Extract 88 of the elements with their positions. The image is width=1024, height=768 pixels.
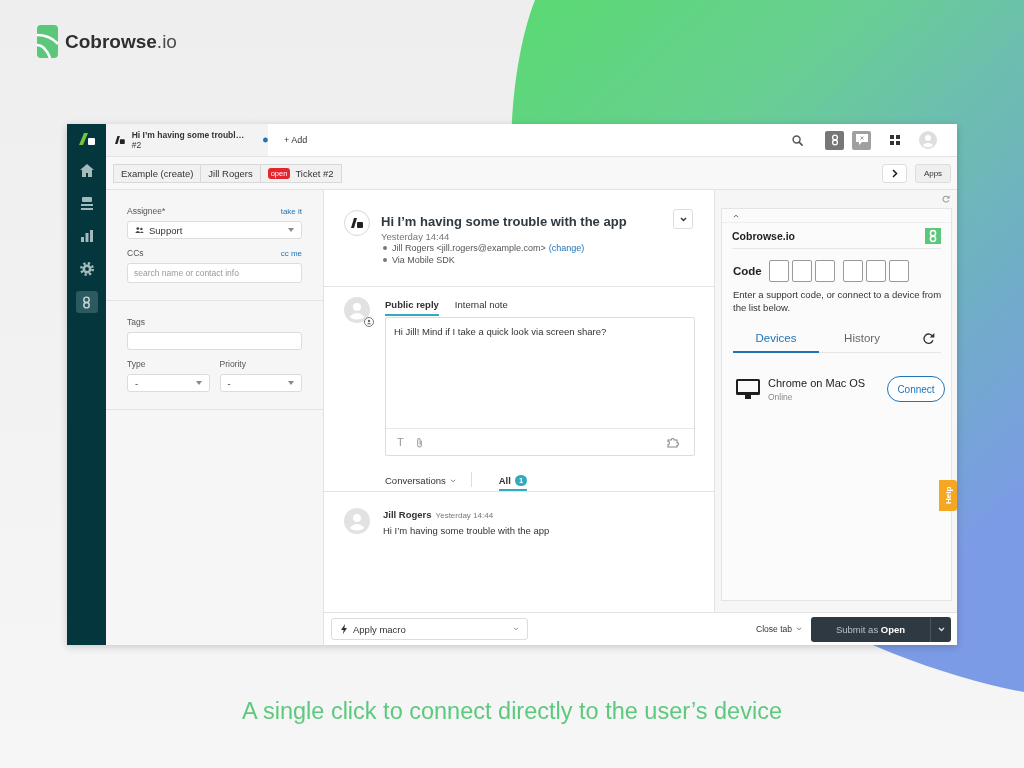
inbox-icon (80, 196, 93, 210)
app-button[interactable] (825, 130, 844, 150)
app-logo-icon (925, 227, 941, 244)
monitor-icon (736, 379, 760, 399)
caret-icon (195, 381, 202, 385)
cc-field[interactable]: search name or contact info (127, 263, 302, 283)
code-label: Code (733, 265, 761, 277)
app-title: Cobrowse.io (732, 229, 795, 242)
message-time: Yesterday 14:44 (435, 511, 494, 520)
device-status: Online (768, 391, 794, 402)
bullet-icon (383, 246, 387, 250)
next-button[interactable] (882, 163, 907, 183)
app-button[interactable] (852, 130, 871, 150)
add-tab-button[interactable]: + Add (280, 133, 312, 147)
chat-bubble-icon (855, 134, 868, 146)
field-label: Type (127, 359, 146, 369)
type-select[interactable]: - (127, 374, 210, 392)
paperclip-icon[interactable] (415, 436, 423, 448)
macro-select[interactable]: Apply macro (331, 618, 528, 640)
submit-button[interactable]: Submit as Open (811, 616, 930, 642)
change-link[interactable]: (change) (548, 243, 585, 253)
options-button[interactable] (673, 209, 693, 229)
chevron-down-icon (449, 478, 456, 483)
code-digit-field[interactable] (769, 260, 789, 282)
message-text: Hi I’m having some trouble with the app (383, 525, 550, 536)
ticket-time: Yesterday 14:44 (381, 231, 451, 242)
code-digit-field[interactable] (889, 260, 909, 282)
avatar-icon (344, 210, 370, 236)
rings-icon (82, 295, 91, 309)
bullet-icon (383, 258, 387, 262)
code-digit-field[interactable] (815, 260, 835, 282)
breadcrumb[interactable]: Jill Rogers (200, 163, 261, 183)
avatar-icon (344, 508, 370, 534)
ticket-title: Hi I’m having some trouble with the app (381, 213, 628, 230)
ticket-detail: Jill Rogers <jill.rogers@example.com> (change) (392, 243, 585, 253)
grid-icon[interactable] (890, 135, 900, 145)
chevron-down-icon (796, 627, 802, 631)
refresh-icon[interactable] (922, 331, 935, 345)
tags-field[interactable] (127, 332, 302, 350)
group-icon (135, 227, 144, 233)
code-hint: Enter a support code, or connect to a device from the list below. (733, 288, 943, 314)
home-icon (79, 163, 94, 177)
logo-icon (115, 135, 125, 145)
caret-icon (288, 228, 294, 232)
message-author: Jill Rogers (383, 509, 432, 520)
chevron-down-icon (679, 216, 687, 222)
field-label: CCs (127, 248, 144, 258)
chevron-down-icon (513, 627, 519, 631)
ticket-tab[interactable]: Hi I’m having some troubl… #2 (106, 124, 268, 156)
connect-button[interactable]: Connect (887, 376, 945, 402)
caret-icon (288, 381, 294, 385)
logo-icon (37, 25, 58, 58)
rings-icon (830, 134, 839, 146)
search-icon[interactable] (792, 134, 803, 146)
submit-menu-button[interactable] (930, 616, 951, 642)
code-digit-field[interactable] (866, 260, 886, 282)
nav-item[interactable] (75, 291, 98, 313)
close-tab-button[interactable]: Close tab (756, 624, 802, 634)
cc-me-link[interactable]: cc me (280, 249, 302, 258)
panel-tab[interactable]: Devices (733, 324, 819, 353)
breadcrumb[interactable]: Example (create) (113, 163, 202, 183)
field-label: Tags (127, 317, 145, 327)
reply-field[interactable]: Hi Jill! Mind if I take a quick look via screen share? (386, 318, 694, 428)
apps-button[interactable]: Apps (915, 163, 951, 183)
caret-up-icon[interactable] (733, 213, 739, 218)
puzzle-piece-icon[interactable] (667, 436, 680, 448)
field-label: Priority (219, 359, 246, 369)
logo-icon[interactable] (78, 133, 95, 145)
logo-text: Cobrowse.io (65, 30, 177, 53)
priority-select[interactable]: - (219, 374, 302, 392)
reply-tab[interactable]: Public reply (385, 297, 439, 316)
code-digit-field[interactable] (843, 260, 863, 282)
panel-tab[interactable]: History (819, 324, 905, 353)
caption-text: A single click to connect directly to the user’s device (242, 698, 782, 725)
chevron-right-icon (891, 168, 898, 178)
chevron-down-icon (937, 626, 945, 632)
conversations-dropdown[interactable]: Conversations (385, 475, 456, 491)
take-it-link[interactable]: take it (280, 207, 302, 216)
code-digit-field[interactable] (792, 260, 812, 282)
settings-icon (79, 262, 94, 276)
ticket-detail: Via Mobile SDK (392, 255, 455, 265)
lightning-icon (341, 624, 347, 634)
bar-chart-icon (80, 230, 93, 242)
device-name: Chrome on Mac OS (768, 376, 866, 389)
field-label: Assignee* (127, 206, 166, 216)
agent-avatar-icon (344, 297, 374, 327)
assignee-select[interactable]: Support (127, 221, 302, 239)
reply-tab[interactable]: Internal note (454, 297, 508, 316)
